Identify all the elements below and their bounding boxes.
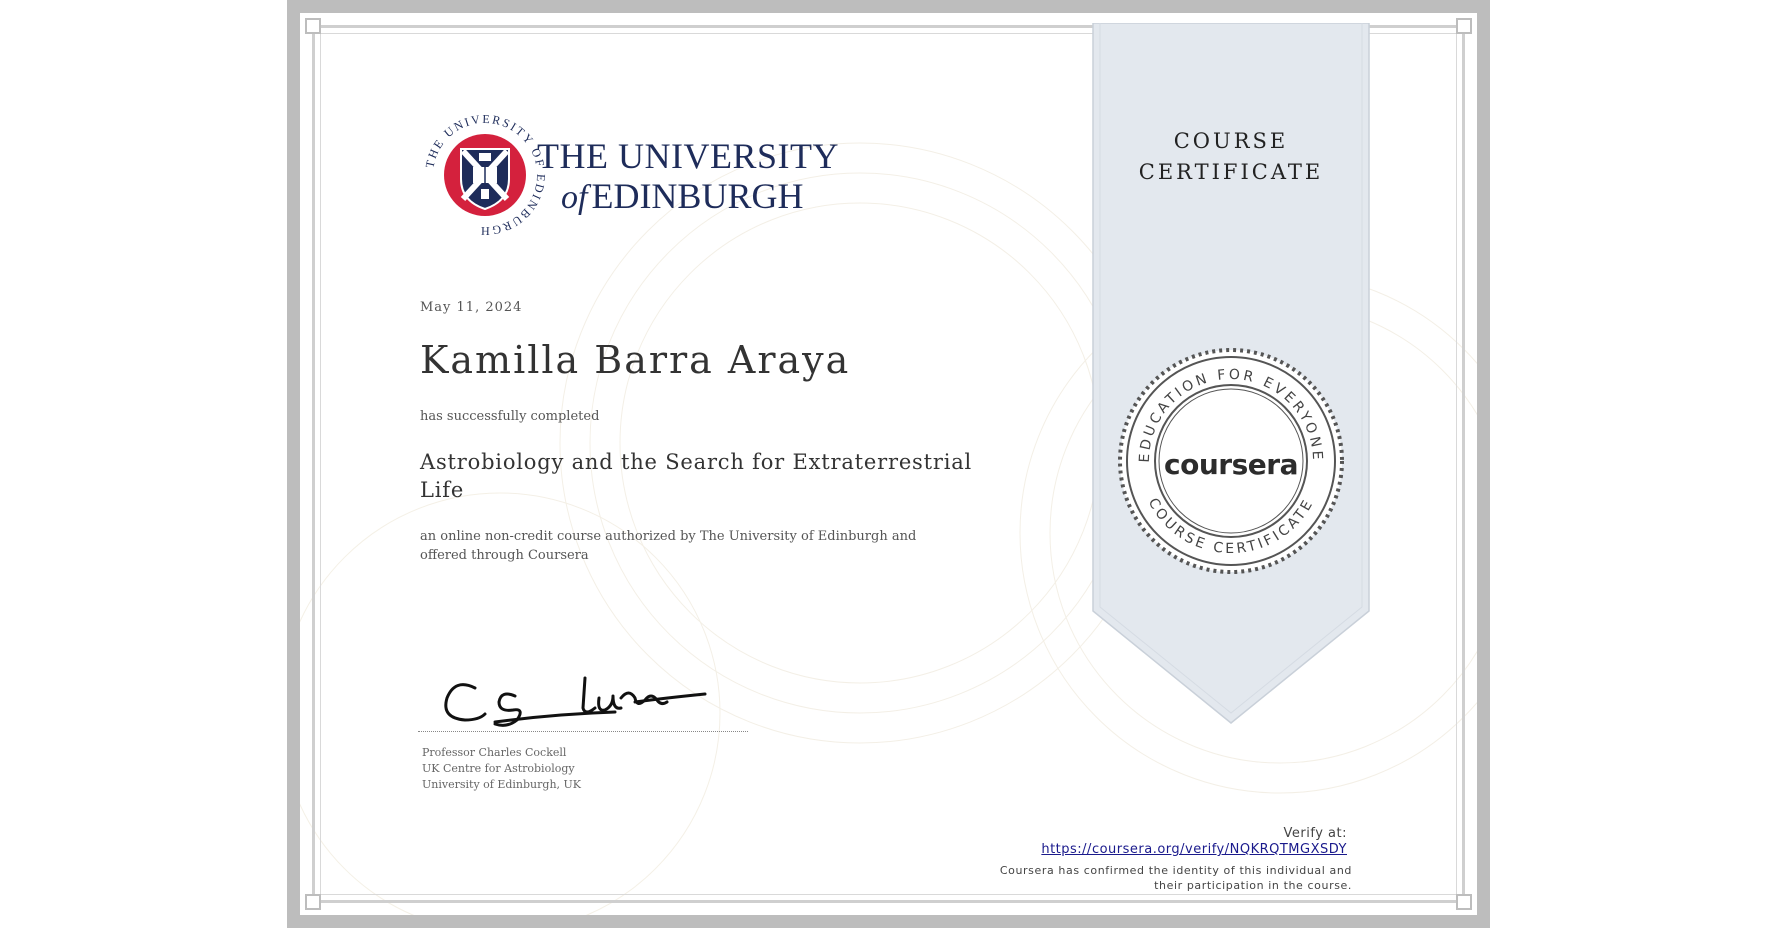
certificate-frame: THE UNIVERSITY OF EDINBURGH THE UNIVERSI…	[287, 0, 1490, 928]
university-name-edinburgh: EDINBURGH	[591, 176, 804, 216]
frame-corner-bottom-right	[1456, 894, 1472, 910]
signature-image	[444, 676, 707, 727]
signer-name: Professor Charles Cockell	[422, 746, 567, 759]
course-description: an online non-credit course authorized b…	[420, 529, 917, 563]
frame-corner-bottom-left	[305, 894, 321, 910]
signer-department: UK Centre for Astrobiology	[422, 762, 575, 775]
recipient-name: Kamilla Barra Araya	[420, 338, 851, 382]
verify-link[interactable]: https://coursera.org/verify/NQKRQTMGXSDY	[1041, 842, 1347, 857]
coursera-wordmark: coursera	[1164, 448, 1298, 481]
university-crest-logo: THE UNIVERSITY OF EDINBURGH	[423, 113, 546, 237]
frame-corner-top-left	[305, 18, 321, 34]
university-name-line2: of EDINBURGH	[537, 178, 839, 215]
university-name-line1: THE UNIVERSITY	[537, 136, 839, 176]
ribbon-title: COURSE CERTIFICATE	[1092, 126, 1370, 188]
signature-line	[418, 731, 748, 732]
ribbon-title-line1: COURSE	[1173, 129, 1289, 153]
ribbon-title-line2: CERTIFICATE	[1138, 160, 1324, 184]
completed-statement: has successfully completed	[420, 409, 600, 424]
university-wordmark: THE UNIVERSITY of EDINBURGH	[537, 138, 839, 215]
completion-date: May 11, 2024	[420, 300, 523, 315]
university-name-of: of	[561, 179, 588, 216]
frame-corner-top-right	[1456, 18, 1472, 34]
certificate-paper: THE UNIVERSITY OF EDINBURGH THE UNIVERSI…	[300, 13, 1477, 915]
verify-note: Coursera has confirmed the identity of t…	[999, 864, 1352, 892]
signer-institution: University of Edinburgh, UK	[422, 778, 582, 791]
course-title: Astrobiology and the Search for Extrater…	[420, 450, 973, 502]
verify-label: Verify at:	[1283, 826, 1347, 841]
signer-block: Professor Charles Cockell UK Centre for …	[422, 745, 581, 793]
